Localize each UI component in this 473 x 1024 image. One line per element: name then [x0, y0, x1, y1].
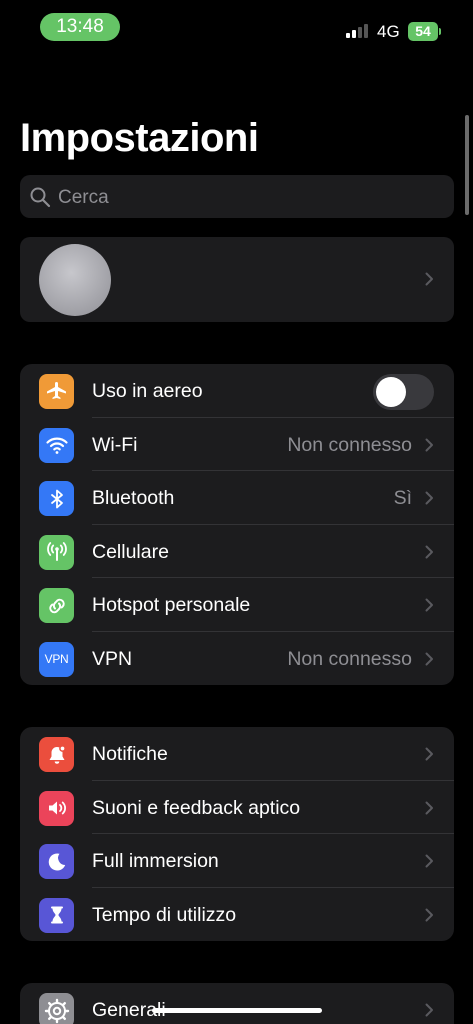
bell-icon [39, 737, 74, 772]
chevron-right-icon [425, 1003, 433, 1017]
notifications-group: Notifiche Suoni e feedback aptico Full i… [20, 727, 454, 941]
general-label: Generali [92, 999, 166, 1021]
vpn-icon: VPN [39, 641, 74, 677]
moon-icon [39, 844, 74, 879]
gear-icon [39, 993, 74, 1024]
row-notifications[interactable]: Notifiche [20, 727, 454, 781]
bluetooth-status: Sì [393, 487, 412, 509]
chevron-right-icon [425, 272, 433, 286]
search-bar[interactable] [20, 175, 454, 220]
scroll-indicator[interactable] [465, 115, 469, 215]
chevron-right-icon [425, 801, 433, 814]
avatar [39, 244, 111, 316]
row-screen-time[interactable]: Tempo di utilizzo [20, 888, 454, 942]
bluetooth-label: Bluetooth [92, 487, 175, 509]
wifi-status: Non connesso [287, 433, 412, 456]
hotspot-label: Hotspot personale [92, 594, 251, 616]
row-bluetooth[interactable]: Bluetooth Sì [20, 471, 454, 525]
vpn-icon-text: VPN [44, 652, 69, 666]
row-general[interactable]: Generali [20, 983, 454, 1024]
row-airplane-mode[interactable]: Uso in aereo [20, 364, 454, 418]
chevron-right-icon [425, 545, 433, 558]
battery-cap [439, 28, 441, 35]
airplane-toggle[interactable] [373, 374, 434, 410]
row-cellular[interactable]: Cellulare [20, 525, 454, 578]
bluetooth-icon [39, 481, 74, 516]
row-hotspot[interactable]: Hotspot personale [20, 578, 454, 632]
chevron-right-icon [425, 598, 433, 612]
airplane-icon [39, 374, 74, 409]
hotspot-link-icon [39, 588, 74, 623]
search-input[interactable] [56, 175, 440, 220]
home-indicator[interactable] [152, 1008, 322, 1013]
antenna-icon [39, 534, 74, 570]
wifi-label: Wi-Fi [92, 433, 138, 456]
airplane-label: Uso in aereo [92, 380, 203, 402]
chevron-right-icon [425, 854, 433, 868]
battery-icon: 54 [408, 22, 438, 41]
wifi-icon [39, 427, 74, 463]
network-type: 4G [377, 22, 400, 41]
chevron-right-icon [425, 438, 433, 451]
chevron-right-icon [425, 908, 433, 921]
vpn-label: VPN [92, 647, 133, 670]
focus-label: Full immersion [92, 850, 219, 872]
row-wifi[interactable]: Wi-Fi Non connesso [20, 418, 454, 471]
screen-time-label: Tempo di utilizzo [92, 903, 237, 926]
row-vpn[interactable]: VPN VPN Non connesso [20, 632, 454, 686]
sounds-label: Suoni e feedback aptico [92, 796, 301, 819]
connectivity-group: Uso in aereo Wi-Fi Non connesso Bluetoot… [20, 364, 454, 685]
system-group: Generali [20, 983, 454, 1024]
chevron-right-icon [425, 491, 433, 505]
cellular-label: Cellulare [92, 540, 169, 563]
status-time[interactable]: 13:48 [40, 13, 120, 41]
speaker-icon [39, 790, 74, 826]
toggle-knob [376, 377, 406, 407]
vpn-status: Non connesso [287, 647, 412, 670]
notifications-label: Notifiche [92, 743, 168, 765]
row-sounds[interactable]: Suoni e feedback aptico [20, 781, 454, 834]
search-icon [30, 187, 51, 208]
chevron-right-icon [425, 652, 433, 665]
row-focus[interactable]: Full immersion [20, 834, 454, 888]
apple-id-card[interactable] [20, 237, 454, 322]
signal-icon [346, 24, 368, 38]
page-title: Impostazioni [20, 116, 259, 160]
status-bar: 13:48 4G 54 [0, 0, 473, 56]
hourglass-icon [39, 897, 74, 933]
chevron-right-icon [425, 747, 433, 761]
